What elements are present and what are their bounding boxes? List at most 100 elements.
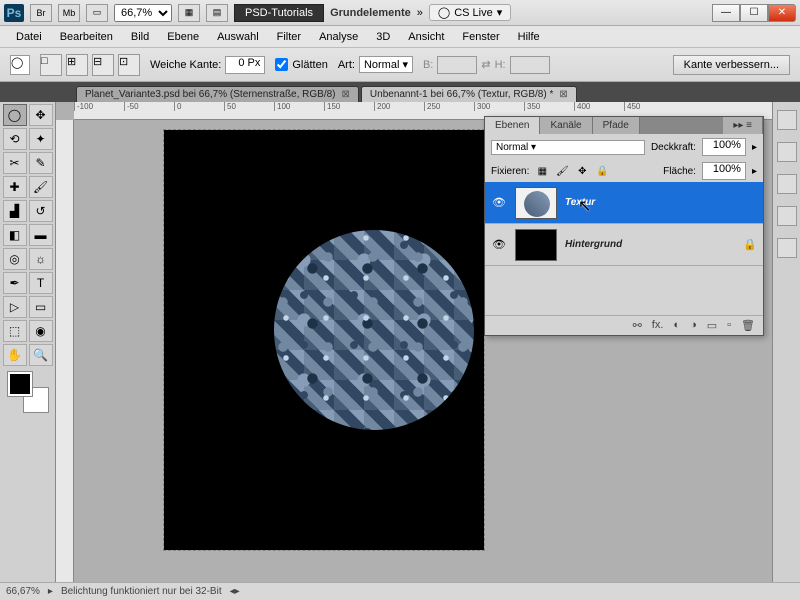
lock-all-icon[interactable]: 🔒 bbox=[595, 164, 609, 178]
status-zoom[interactable]: 66,67% bbox=[6, 586, 40, 597]
opacity-label: Deckkraft: bbox=[651, 142, 696, 153]
menu-hilfe[interactable]: Hilfe bbox=[510, 29, 548, 45]
move-tool[interactable]: ✥ bbox=[29, 104, 53, 126]
bridge-button[interactable]: Br bbox=[30, 4, 52, 22]
wand-tool[interactable]: ✦ bbox=[29, 128, 53, 150]
marquee-tool[interactable]: ◯ bbox=[3, 104, 27, 126]
new-layer-icon[interactable]: ▫ bbox=[727, 319, 731, 332]
panel-color-icon[interactable] bbox=[777, 110, 797, 130]
panel-menu-icon[interactable]: ▸▸ ≡ bbox=[723, 117, 763, 134]
eyedropper-tool[interactable]: ✎ bbox=[29, 152, 53, 174]
style-select[interactable]: Normal ▾ bbox=[359, 56, 413, 73]
document-set-label[interactable]: Grundelemente bbox=[330, 7, 411, 19]
fill-input[interactable]: 100% bbox=[702, 162, 746, 180]
panel-swatches-icon[interactable] bbox=[777, 142, 797, 162]
link-layers-icon[interactable]: ⚯ bbox=[633, 319, 642, 332]
visibility-icon[interactable]: 👁 bbox=[491, 196, 507, 209]
pen-tool[interactable]: ✒ bbox=[3, 272, 27, 294]
feather-input[interactable]: 0 Px bbox=[225, 56, 265, 74]
menu-bearbeiten[interactable]: Bearbeiten bbox=[52, 29, 121, 45]
menu-fenster[interactable]: Fenster bbox=[454, 29, 507, 45]
blur-tool[interactable]: ◎ bbox=[3, 248, 27, 270]
intersect-selection-button[interactable]: ⊡ bbox=[118, 54, 140, 76]
new-selection-button[interactable]: □ bbox=[40, 54, 62, 76]
current-tool-icon[interactable]: ◯ bbox=[10, 55, 30, 75]
document[interactable] bbox=[164, 130, 484, 550]
color-swatches[interactable] bbox=[8, 372, 48, 412]
panel-actions-icon[interactable] bbox=[777, 206, 797, 226]
brush-tool[interactable]: 🖌 bbox=[29, 176, 53, 198]
menu-datei[interactable]: Datei bbox=[8, 29, 50, 45]
cslive-button[interactable]: ◯CS Live▾ bbox=[429, 4, 511, 21]
gradient-tool[interactable]: ▬ bbox=[29, 224, 53, 246]
stamp-tool[interactable]: ▟ bbox=[3, 200, 27, 222]
layer-fx-icon[interactable]: fx. bbox=[652, 319, 664, 332]
tab-pfade[interactable]: Pfade bbox=[593, 117, 640, 134]
menu-analyse[interactable]: Analyse bbox=[311, 29, 366, 45]
crop-tool[interactable]: ✂ bbox=[3, 152, 27, 174]
lock-pixels-icon[interactable]: 🖌 bbox=[555, 164, 569, 178]
layer-mask-icon[interactable]: ◐ bbox=[673, 319, 680, 332]
feather-label: Weiche Kante: bbox=[150, 59, 221, 71]
lasso-tool[interactable]: ⟲ bbox=[3, 128, 27, 150]
arrange-button[interactable]: ▦ bbox=[178, 4, 200, 22]
minimize-button[interactable]: — bbox=[712, 4, 740, 22]
shape-tool[interactable]: ▭ bbox=[29, 296, 53, 318]
app-logo: Ps bbox=[4, 4, 24, 22]
workspace-label[interactable]: PSD-Tutorials bbox=[234, 4, 324, 22]
tab-kanaele[interactable]: Kanäle bbox=[540, 117, 592, 134]
menu-ebene[interactable]: Ebene bbox=[159, 29, 207, 45]
refine-edge-button[interactable]: Kante verbessern... bbox=[673, 55, 790, 75]
zoom-tool[interactable]: 🔍 bbox=[29, 344, 53, 366]
panel-history-icon[interactable] bbox=[777, 238, 797, 258]
layer-name[interactable]: Textur bbox=[565, 197, 595, 208]
layer-list: 👁 Textur 👁 Hintergrund 🔒 bbox=[485, 182, 763, 315]
screen-mode-button[interactable]: ▭ bbox=[86, 4, 108, 22]
layer-name[interactable]: Hintergrund bbox=[565, 239, 622, 250]
close-icon[interactable]: ⊠ bbox=[559, 89, 567, 100]
maximize-button[interactable]: ☐ bbox=[740, 4, 768, 22]
layer-thumbnail[interactable] bbox=[515, 229, 557, 261]
layer-item[interactable]: 👁 Hintergrund 🔒 bbox=[485, 224, 763, 266]
zoom-select[interactable]: 66,7% bbox=[114, 4, 172, 22]
extras-button[interactable]: ▤ bbox=[206, 4, 228, 22]
document-tab[interactable]: Unbenannt-1 bei 66,7% (Textur, RGB/8) *⊠ bbox=[361, 86, 577, 102]
subtract-selection-button[interactable]: ⊟ bbox=[92, 54, 114, 76]
more-icon[interactable]: » bbox=[417, 7, 423, 19]
layer-item[interactable]: 👁 Textur bbox=[485, 182, 763, 224]
menu-filter[interactable]: Filter bbox=[269, 29, 309, 45]
lock-label: Fixieren: bbox=[491, 166, 529, 177]
adjustment-layer-icon[interactable]: ◑ bbox=[690, 319, 697, 332]
menu-bild[interactable]: Bild bbox=[123, 29, 157, 45]
type-tool[interactable]: T bbox=[29, 272, 53, 294]
lock-position-icon[interactable]: ✥ bbox=[575, 164, 589, 178]
dodge-tool[interactable]: ☼ bbox=[29, 248, 53, 270]
panel-adjustments-icon[interactable] bbox=[777, 174, 797, 194]
close-button[interactable]: ✕ bbox=[768, 4, 796, 22]
healing-tool[interactable]: ✚ bbox=[3, 176, 27, 198]
path-select-tool[interactable]: ▷ bbox=[3, 296, 27, 318]
document-tab[interactable]: Planet_Variante3.psd bei 66,7% (Sternens… bbox=[76, 86, 359, 102]
eraser-tool[interactable]: ◧ bbox=[3, 224, 27, 246]
add-selection-button[interactable]: ⊞ bbox=[66, 54, 88, 76]
close-icon[interactable]: ⊠ bbox=[342, 89, 350, 100]
menu-auswahl[interactable]: Auswahl bbox=[209, 29, 267, 45]
menu-ansicht[interactable]: Ansicht bbox=[400, 29, 452, 45]
hand-tool[interactable]: ✋ bbox=[3, 344, 27, 366]
tab-ebenen[interactable]: Ebenen bbox=[485, 117, 540, 134]
lock-transparent-icon[interactable]: ▦ bbox=[535, 164, 549, 178]
foreground-swatch[interactable] bbox=[8, 372, 32, 396]
layer-thumbnail[interactable] bbox=[515, 187, 557, 219]
3d-tool[interactable]: ⬚ bbox=[3, 320, 27, 342]
opacity-input[interactable]: 100% bbox=[702, 138, 746, 156]
history-brush-tool[interactable]: ↺ bbox=[29, 200, 53, 222]
blend-mode-select[interactable]: Normal ▾ bbox=[491, 140, 645, 155]
antialias-checkbox[interactable]: Glätten bbox=[275, 58, 327, 71]
group-icon[interactable]: ▭ bbox=[707, 319, 717, 332]
minibridge-button[interactable]: Mb bbox=[58, 4, 80, 22]
menu-3d[interactable]: 3D bbox=[368, 29, 398, 45]
delete-layer-icon[interactable]: 🗑 bbox=[741, 319, 755, 332]
3d-camera-tool[interactable]: ◉ bbox=[29, 320, 53, 342]
menubar: Datei Bearbeiten Bild Ebene Auswahl Filt… bbox=[0, 26, 800, 48]
visibility-icon[interactable]: 👁 bbox=[491, 238, 507, 251]
